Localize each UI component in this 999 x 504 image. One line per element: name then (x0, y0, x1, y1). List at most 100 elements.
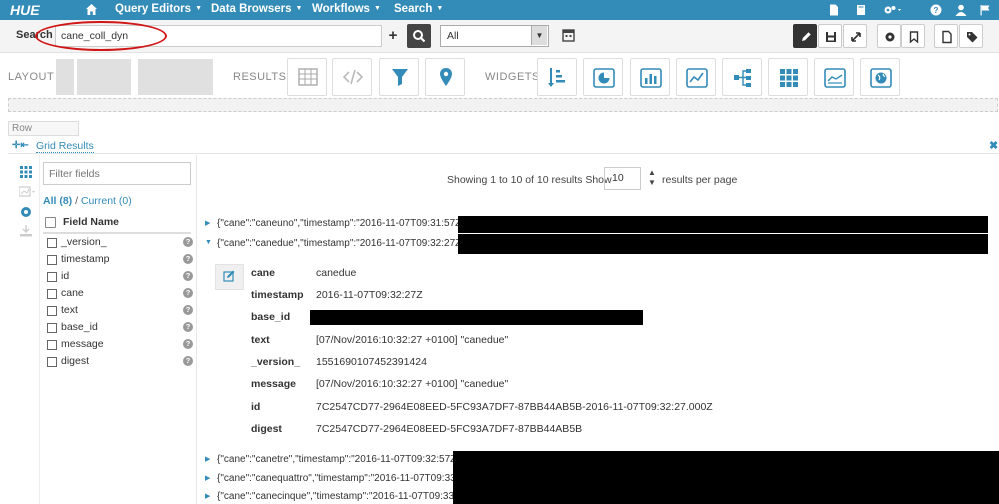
field-row-text[interactable]: text? (43, 303, 193, 320)
field-checkbox[interactable] (47, 340, 57, 350)
field-row-id[interactable]: id? (43, 269, 193, 286)
grid-results-widget[interactable] (287, 58, 327, 96)
area-chart-icon (824, 68, 846, 88)
move-icon[interactable]: ✛⇤ (12, 140, 29, 151)
filter-fields-input[interactable] (43, 162, 191, 185)
field-row-version[interactable]: _version_? (43, 235, 193, 252)
field-row-message[interactable]: message? (43, 337, 193, 354)
menu-workflows[interactable]: Workflows ▼ (312, 3, 381, 15)
edit-record-button[interactable] (215, 264, 244, 290)
results-per-page-input[interactable]: 10 (604, 167, 641, 190)
search-button[interactable] (407, 24, 431, 48)
chevron-down-icon: ▼ (295, 5, 303, 13)
field-row-digest[interactable]: digest? (43, 354, 193, 371)
panel-divider[interactable] (196, 155, 197, 504)
facet-widget[interactable] (537, 58, 577, 96)
layout-option-3[interactable] (138, 59, 213, 95)
edit-mode-button[interactable] (793, 24, 817, 48)
tags-button[interactable] (959, 24, 983, 48)
map-widget[interactable] (425, 58, 465, 96)
field-checkbox[interactable] (47, 238, 57, 248)
calendar-icon[interactable] (557, 27, 579, 45)
all-fields-link[interactable]: All (8) (43, 195, 72, 207)
field-row-cane[interactable]: cane? (43, 286, 193, 303)
gradient-map-widget[interactable] (860, 58, 900, 96)
result-text: {"cane":"canedue","timestamp":"2016-11-0… (217, 238, 465, 249)
home-icon[interactable] (85, 3, 98, 16)
redaction-block (453, 451, 999, 504)
help-icon[interactable]: ? (183, 322, 193, 332)
layout-option-1[interactable] (56, 59, 74, 95)
close-icon[interactable]: ✖ (989, 139, 998, 152)
menu-query-editors[interactable]: Query Editors ▼ (115, 3, 202, 15)
menu-workflows-label: Workflows (312, 3, 370, 15)
user-icon[interactable] (955, 4, 967, 16)
menu-search[interactable]: Search ▼ (394, 3, 443, 15)
field-checkbox[interactable] (47, 289, 57, 299)
filter-widget[interactable] (379, 58, 419, 96)
field-row-base-id[interactable]: base_id? (43, 320, 193, 337)
menu-data-browsers-label: Data Browsers (211, 3, 292, 15)
fullscreen-button[interactable] (843, 24, 867, 48)
tree-icon (734, 69, 751, 87)
caret-right-icon[interactable]: ▶ (205, 219, 210, 227)
detail-key: timestamp (251, 289, 304, 301)
menu-data-browsers[interactable]: Data Browsers ▼ (211, 3, 302, 15)
drop-zone[interactable] (8, 98, 998, 112)
help-icon[interactable]: ? (183, 254, 193, 264)
field-row-timestamp[interactable]: timestamp? (43, 252, 193, 269)
add-filter-button[interactable]: + (383, 25, 403, 47)
grid-results-title[interactable]: Grid Results (36, 140, 94, 153)
layout-option-2[interactable] (77, 59, 131, 95)
expand-icon (851, 32, 861, 42)
field-name: base_id (61, 321, 98, 333)
pie-chart-widget[interactable] (583, 58, 623, 96)
book-icon[interactable] (855, 4, 867, 16)
timeline-widget[interactable] (814, 58, 854, 96)
stepper-icon[interactable]: ▲ ▼ (646, 168, 658, 190)
row-label: Row (8, 121, 79, 136)
gear-icon[interactable] (20, 206, 32, 218)
tree-widget[interactable] (722, 58, 762, 96)
help-icon[interactable]: ? (183, 271, 193, 281)
current-fields-link[interactable]: Current (0) (81, 195, 132, 207)
flag-icon[interactable] (979, 4, 991, 16)
field-checkbox[interactable] (47, 255, 57, 265)
field-checkbox[interactable] (47, 306, 57, 316)
help-icon[interactable]: ? (183, 356, 193, 366)
document-icon[interactable] (828, 4, 840, 16)
help-icon[interactable]: ? (930, 4, 942, 16)
heatmap-widget[interactable] (768, 58, 808, 96)
highlight-annotation (35, 21, 167, 51)
field-checkbox[interactable] (47, 323, 57, 333)
line-chart-icon (686, 68, 708, 88)
html-results-widget[interactable] (332, 58, 372, 96)
help-icon[interactable]: ? (183, 339, 193, 349)
new-document-button[interactable] (934, 24, 958, 48)
chevron-down-icon[interactable]: ▼ (531, 26, 547, 45)
download-icon[interactable] (20, 225, 32, 237)
caret-right-icon[interactable]: ▶ (205, 492, 210, 500)
table-icon (298, 68, 318, 86)
bookmark-button[interactable] (901, 24, 925, 48)
help-icon[interactable]: ? (183, 237, 193, 247)
caret-down-icon[interactable]: ▼ (205, 239, 212, 246)
settings-icon[interactable] (883, 4, 903, 16)
document-icon (942, 30, 952, 44)
line-chart-widget[interactable] (676, 58, 716, 96)
help-icon[interactable]: ? (183, 288, 193, 298)
field-name: digest (61, 355, 90, 367)
field-checkbox[interactable] (47, 272, 57, 282)
select-all-checkbox[interactable] (45, 217, 56, 228)
settings-button[interactable] (877, 24, 901, 48)
field-checkbox[interactable] (47, 357, 57, 367)
caret-right-icon[interactable]: ▶ (205, 474, 210, 482)
save-button[interactable] (818, 24, 842, 48)
caret-right-icon[interactable]: ▶ (205, 455, 210, 463)
help-icon[interactable]: ? (183, 305, 193, 315)
grid-view-icon[interactable] (20, 166, 32, 178)
hue-logo[interactable]: HUE (10, 2, 40, 18)
bar-chart-widget[interactable] (630, 58, 670, 96)
chart-icon[interactable] (19, 186, 35, 198)
gear-icon (885, 32, 895, 42)
